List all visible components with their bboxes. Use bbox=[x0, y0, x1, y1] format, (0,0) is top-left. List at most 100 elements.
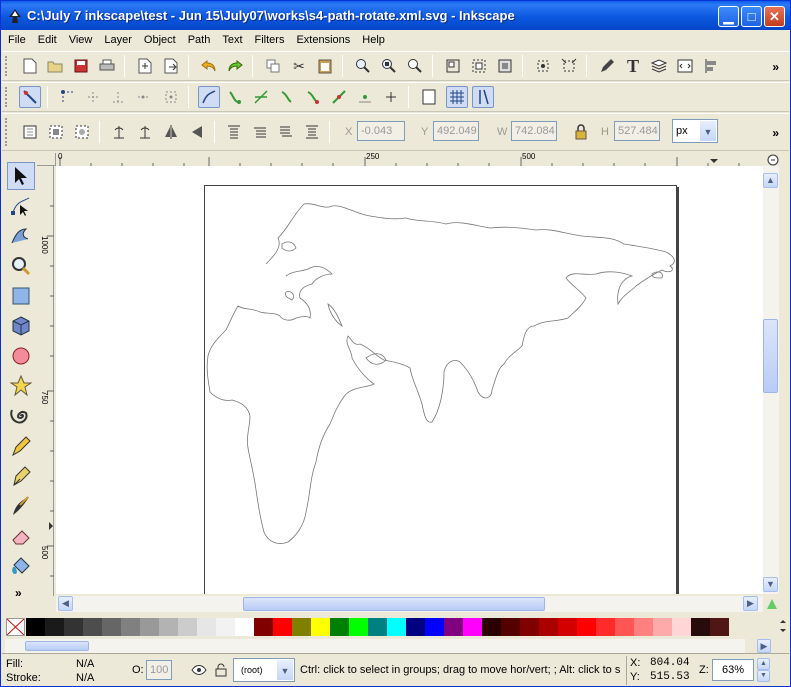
pencil-tool-icon[interactable] bbox=[7, 432, 35, 460]
fill-stroke-icon[interactable] bbox=[494, 55, 516, 77]
selector-tool-icon[interactable] bbox=[7, 162, 35, 190]
color-swatch[interactable] bbox=[159, 618, 178, 636]
zoom-selection-icon[interactable] bbox=[352, 55, 374, 77]
calligraphy-tool-icon[interactable] bbox=[7, 492, 35, 520]
color-swatch[interactable] bbox=[197, 618, 216, 636]
color-swatch[interactable] bbox=[368, 618, 387, 636]
menu-object[interactable]: Object bbox=[138, 31, 182, 46]
rotate-cw-icon[interactable] bbox=[134, 121, 156, 143]
color-swatch[interactable] bbox=[83, 618, 102, 636]
zoom-drawing-icon[interactable] bbox=[378, 55, 400, 77]
ungroup-icon[interactable] bbox=[468, 55, 490, 77]
color-swatch[interactable] bbox=[539, 618, 558, 636]
ellipse-tool-icon[interactable] bbox=[7, 342, 35, 370]
layer-visibility-eye-icon[interactable] bbox=[188, 659, 210, 681]
menu-edit[interactable]: Edit bbox=[32, 31, 63, 46]
tweak-tool-icon[interactable] bbox=[7, 222, 35, 250]
color-swatch[interactable] bbox=[482, 618, 501, 636]
menu-layer[interactable]: Layer bbox=[98, 31, 138, 46]
scroll-up-icon[interactable]: ▲ bbox=[763, 173, 778, 188]
save-icon[interactable] bbox=[70, 55, 92, 77]
snap-page-border-icon[interactable] bbox=[418, 86, 440, 108]
color-swatch[interactable] bbox=[710, 618, 729, 636]
snap-bbox-corner-icon[interactable] bbox=[107, 86, 129, 108]
color-swatch[interactable] bbox=[330, 618, 349, 636]
color-swatch[interactable] bbox=[691, 618, 710, 636]
color-swatch[interactable] bbox=[178, 618, 197, 636]
node-tool-icon[interactable] bbox=[7, 192, 35, 220]
transform-icon[interactable] bbox=[558, 55, 580, 77]
layers-icon[interactable] bbox=[648, 55, 670, 77]
paint-bucket-tool-icon[interactable] bbox=[7, 552, 35, 580]
zoom-up-icon[interactable]: ▲ bbox=[757, 658, 770, 670]
new-document-icon[interactable] bbox=[19, 55, 41, 77]
menu-file[interactable]: File bbox=[2, 31, 32, 46]
lower-icon[interactable] bbox=[275, 121, 297, 143]
xml-editor-icon[interactable] bbox=[674, 55, 696, 77]
unit-select[interactable]: px ▼ bbox=[672, 119, 718, 143]
color-swatch[interactable] bbox=[406, 618, 425, 636]
color-swatch[interactable] bbox=[387, 618, 406, 636]
color-swatch[interactable] bbox=[577, 618, 596, 636]
snap-nodes-icon[interactable] bbox=[198, 86, 220, 108]
align-icon[interactable] bbox=[700, 55, 722, 77]
lower-to-bottom-icon[interactable] bbox=[301, 121, 323, 143]
horizontal-scroll-thumb[interactable] bbox=[243, 597, 545, 611]
world-map-path[interactable] bbox=[56, 166, 763, 594]
snap-intersections-icon[interactable] bbox=[250, 86, 272, 108]
commands-overflow-icon[interactable]: » bbox=[772, 60, 779, 74]
eraser-tool-icon[interactable] bbox=[7, 522, 35, 550]
snap-guides-icon[interactable] bbox=[472, 86, 494, 108]
snap-object-center-icon[interactable] bbox=[354, 86, 376, 108]
xml-editor-pen-icon[interactable] bbox=[596, 55, 618, 77]
w-field[interactable]: 742.084 bbox=[511, 121, 557, 141]
menu-view[interactable]: View bbox=[63, 31, 99, 46]
color-swatch[interactable] bbox=[558, 618, 577, 636]
rectangle-tool-icon[interactable] bbox=[7, 282, 35, 310]
raise-icon[interactable] bbox=[249, 121, 271, 143]
export-icon[interactable] bbox=[160, 55, 182, 77]
chevron-down-icon[interactable]: ▼ bbox=[277, 660, 293, 680]
zoom-page-icon[interactable] bbox=[404, 55, 426, 77]
palette-menu-icon[interactable] bbox=[779, 619, 787, 636]
snap-midpoints-icon[interactable] bbox=[328, 86, 350, 108]
y-field[interactable]: 492.049 bbox=[433, 121, 479, 141]
snap-bbox-center-icon[interactable] bbox=[160, 86, 182, 108]
menu-extensions[interactable]: Extensions bbox=[290, 31, 356, 46]
color-swatch[interactable] bbox=[311, 618, 330, 636]
chevron-down-icon[interactable]: ▼ bbox=[700, 121, 716, 141]
redo-icon[interactable] bbox=[224, 55, 246, 77]
zoom-down-icon[interactable]: ▼ bbox=[757, 670, 770, 682]
zoom-field[interactable]: 63% bbox=[712, 659, 754, 681]
palette-scroll-right-icon[interactable]: ▶ bbox=[757, 639, 771, 653]
snap-bbox-icon[interactable] bbox=[57, 86, 79, 108]
align-distribute-icon[interactable] bbox=[532, 55, 554, 77]
color-swatch[interactable] bbox=[216, 618, 235, 636]
group-icon[interactable] bbox=[442, 55, 464, 77]
cut-icon[interactable]: ✂ bbox=[288, 55, 310, 77]
paste-icon[interactable] bbox=[314, 55, 336, 77]
color-swatch[interactable] bbox=[273, 618, 292, 636]
color-swatch[interactable] bbox=[653, 618, 672, 636]
palette-scrollbar[interactable]: ▶ bbox=[5, 639, 771, 653]
spiral-tool-icon[interactable] bbox=[7, 402, 35, 430]
stroke-value[interactable]: N/A bbox=[76, 672, 94, 684]
vertical-scroll-thumb[interactable] bbox=[763, 319, 778, 393]
snap-rotation-center-icon[interactable] bbox=[380, 86, 402, 108]
select-all-icon[interactable] bbox=[19, 121, 41, 143]
menu-filters[interactable]: Filters bbox=[249, 31, 291, 46]
select-all-layers-icon[interactable] bbox=[45, 121, 67, 143]
scroll-down-icon[interactable]: ▼ bbox=[763, 577, 778, 592]
duplicate-icon[interactable] bbox=[262, 55, 284, 77]
palette-scroll-thumb[interactable] bbox=[25, 641, 89, 651]
raise-to-top-icon[interactable] bbox=[223, 121, 245, 143]
color-swatch[interactable] bbox=[672, 618, 691, 636]
import-icon[interactable] bbox=[134, 55, 156, 77]
color-swatch[interactable] bbox=[254, 618, 273, 636]
menu-path[interactable]: Path bbox=[182, 31, 217, 46]
color-swatch[interactable] bbox=[425, 618, 444, 636]
scroll-right-icon[interactable]: ▶ bbox=[743, 596, 758, 611]
snap-paths-icon[interactable] bbox=[224, 86, 246, 108]
opacity-field[interactable]: 100 bbox=[146, 660, 172, 680]
snap-smooth-nodes-icon[interactable] bbox=[302, 86, 324, 108]
